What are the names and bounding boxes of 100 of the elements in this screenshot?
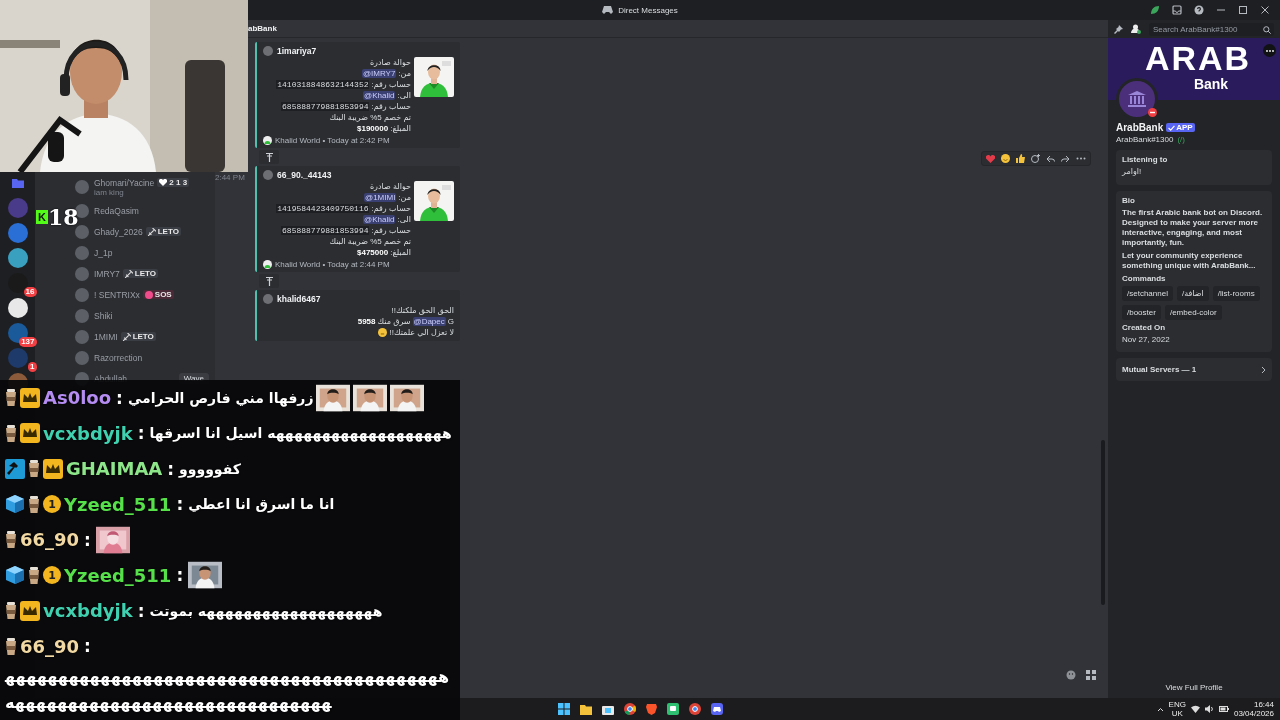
discord-icon[interactable]: [710, 703, 723, 715]
member-name[interactable]: Abdullah: [94, 373, 128, 384]
member-name[interactable]: 1MIMI: [94, 331, 118, 342]
created-date: Nov 27, 2022: [1122, 335, 1170, 346]
browser-icon[interactable]: [623, 703, 636, 715]
more-icon[interactable]: [1076, 157, 1086, 160]
unread-badge: 137: [19, 337, 37, 347]
member-tag: LETO: [145, 227, 181, 236]
pin-icon: [264, 276, 274, 286]
emoji-icon[interactable]: [1001, 154, 1010, 163]
separator-colon: :: [116, 387, 123, 408]
cup-icon: [5, 637, 17, 655]
server-icon[interactable]: [7, 298, 28, 318]
more-button[interactable]: [1263, 44, 1276, 57]
speaker-icon[interactable]: [1204, 705, 1214, 713]
embed-text: الحق الحق ملكتك!!: [391, 306, 454, 315]
member-name[interactable]: Ghomari/Yacine: [94, 177, 155, 188]
chat-username: 66_90: [20, 529, 80, 551]
clock-date[interactable]: 03/04/2026: [1233, 709, 1274, 718]
cup-icon: [28, 566, 40, 584]
inbox-icon[interactable]: [1172, 5, 1182, 15]
add-reaction-icon[interactable]: [1031, 154, 1040, 163]
embed-text: الى:: [397, 91, 411, 100]
separator-colon: :: [137, 423, 145, 444]
account-number: 1410318848632144352: [276, 80, 370, 89]
app-badge: APP: [1166, 123, 1195, 132]
command-chip[interactable]: /booster: [1122, 305, 1161, 320]
member-name[interactable]: ! SENTRIXx: [94, 289, 140, 300]
member-name[interactable]: J_1p: [94, 247, 113, 258]
pin-button[interactable]: [259, 274, 279, 288]
forward-icon[interactable]: [1061, 154, 1070, 163]
chevron-up-icon[interactable]: [1156, 706, 1164, 712]
member-name[interactable]: IMRY7: [94, 268, 120, 279]
embed-text: من:: [398, 193, 411, 202]
pin-button[interactable]: [259, 150, 279, 164]
member-name[interactable]: Shiki: [94, 310, 113, 321]
separator-colon: :: [176, 494, 184, 515]
user-mention[interactable]: @1MIMI: [364, 193, 397, 202]
wifi-icon[interactable]: [1190, 705, 1200, 713]
author-name[interactable]: 1imariya7: [277, 46, 317, 56]
close-icon[interactable]: [1260, 5, 1270, 15]
heart-icon[interactable]: [986, 154, 995, 163]
author-name[interactable]: 66_90._44143: [277, 170, 332, 180]
browser-icon[interactable]: [688, 703, 701, 715]
windows-icon[interactable]: [557, 703, 570, 715]
embed-text: تم خصم 5% ضريبة البنك: [329, 113, 411, 122]
language-label[interactable]: ENG: [1168, 700, 1186, 709]
controller-icon: [602, 6, 614, 14]
heart-icon: [159, 179, 168, 186]
server-icon[interactable]: [7, 248, 28, 268]
search-field[interactable]: Search ArabBank#1300: [1149, 22, 1274, 36]
member-name[interactable]: Razorrection: [94, 352, 143, 363]
crown-icon: [43, 458, 63, 479]
profile-tag: ArabBank#1300: [1116, 135, 1174, 144]
help-icon[interactable]: [1194, 5, 1204, 15]
embed-text: تم خصم 5% ضريبة البنك: [329, 237, 411, 246]
reply-icon[interactable]: [1046, 154, 1055, 163]
command-chip[interactable]: /setchannel: [1122, 286, 1173, 301]
unread-badge: 1: [28, 362, 37, 372]
embed-text: حساب رقم:: [371, 102, 411, 111]
view-profile-link[interactable]: View Full Profile: [1165, 683, 1223, 692]
banner-subtitle: Bank: [1193, 76, 1229, 92]
user-mention[interactable]: @Khalid: [363, 91, 396, 100]
apps-icon[interactable]: [1086, 670, 1096, 680]
thumbs-up-icon[interactable]: [1016, 154, 1025, 163]
battery-icon[interactable]: [1218, 706, 1229, 712]
chat-app-icon[interactable]: [666, 703, 679, 715]
cup-icon: [28, 495, 40, 513]
amount-text: 5958: [357, 317, 376, 326]
chat-username: As0loo: [43, 387, 112, 409]
chat-username: vcxbdyjk: [43, 600, 133, 622]
stream-logo: K: [36, 210, 48, 224]
user-mention[interactable]: @Khalid: [363, 215, 396, 224]
region-label[interactable]: UK: [1171, 709, 1183, 718]
account-number: 685888779881853994: [281, 226, 370, 235]
command-chip[interactable]: /list-rooms: [1212, 286, 1260, 301]
window-title: Direct Messages: [618, 5, 678, 15]
folder-icon[interactable]: [579, 703, 592, 715]
sword-icon: [122, 332, 131, 341]
add-friend-icon[interactable]: [1131, 24, 1141, 34]
sword-icon: [147, 227, 156, 236]
chevron-right-icon: [1261, 365, 1266, 374]
store-icon[interactable]: [601, 703, 614, 715]
slash-label: (/): [1177, 135, 1185, 144]
account-number: 685888779881853994: [281, 102, 370, 111]
emoji-icon[interactable]: [1066, 670, 1076, 680]
command-chip[interactable]: /اضافة: [1176, 286, 1209, 301]
pin-icon[interactable]: [1114, 24, 1123, 34]
mutual-servers-button[interactable]: Mutual Servers — 1: [1116, 358, 1272, 381]
command-chip[interactable]: /embed-color: [1164, 305, 1222, 320]
clock-time[interactable]: 16:44: [1253, 700, 1274, 709]
author-name[interactable]: khalid6467: [277, 294, 321, 304]
user-mention[interactable]: @IMRY7: [361, 69, 397, 78]
embed-text: G: [447, 317, 454, 326]
member-name[interactable]: Ghady_2026: [94, 226, 143, 237]
leaf-icon[interactable]: [1150, 5, 1160, 15]
chat-message: هههههههههههههههههههه اسيل انا اسرقها: [149, 425, 452, 442]
maximize-icon[interactable]: [1238, 5, 1248, 15]
user-mention[interactable]: @Dapec: [412, 317, 446, 326]
member-name[interactable]: RedaQasim: [94, 205, 139, 216]
